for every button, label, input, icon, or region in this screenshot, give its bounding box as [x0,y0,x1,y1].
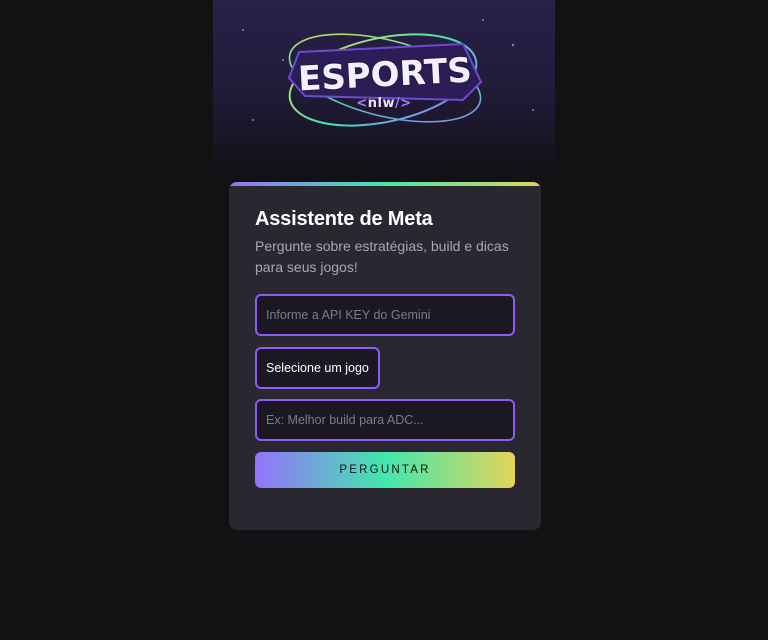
esports-logo: ESPORTS [242,19,534,127]
card-gradient-border [229,182,541,186]
logo-subtext: <nlw/> [356,96,412,111]
question-input[interactable] [255,399,515,441]
card-title: Assistente de Meta [255,208,433,230]
card-subtitle: Pergunte sobre estratégias, build e dica… [255,238,509,275]
assistant-card: Assistente de Meta Pergunte sobre estrat… [229,182,541,530]
ask-button[interactable]: PERGUNTAR [255,452,515,488]
hero-banner: ESPORTS <nlw/> [213,0,555,170]
game-select-value: Selecione um jogo [266,361,369,375]
game-select[interactable]: Selecione um jogo [255,347,380,389]
api-key-input[interactable] [255,294,515,336]
